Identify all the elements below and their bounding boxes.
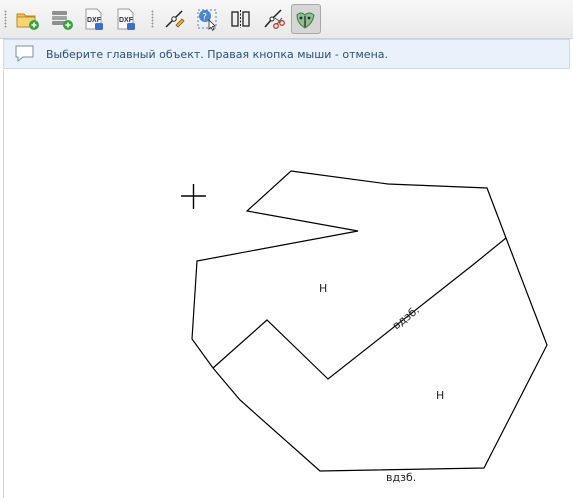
- identify-tool[interactable]: ?: [193, 4, 223, 34]
- inner-boundary-line[interactable]: [212, 237, 507, 380]
- toolbar-grip[interactable]: [4, 10, 7, 28]
- node-edit-icon: [165, 10, 185, 28]
- merge-shapes-icon: [296, 12, 315, 29]
- label-h-upper: Н: [319, 282, 328, 295]
- map-canvas[interactable]: Н Н вдзб. вдзб.: [3, 70, 573, 498]
- scissors-icon: [264, 9, 285, 29]
- dxf-import-icon: DXF: [85, 8, 103, 30]
- toolbar: DXF DXF ?: [0, 0, 573, 39]
- main-polygon[interactable]: [191, 170, 548, 472]
- label-vdzb-bottom: вдзб.: [386, 471, 417, 484]
- cut-tool[interactable]: [259, 4, 289, 34]
- dxf-export-button[interactable]: DXF: [111, 4, 141, 34]
- map-drawing: [181, 170, 548, 472]
- dxf-export-icon: DXF: [117, 8, 135, 30]
- dxf-import-label: DXF: [87, 17, 102, 24]
- crosshair-cursor: [181, 184, 206, 209]
- split-tool[interactable]: [226, 4, 256, 34]
- dxf-import-button[interactable]: DXF: [79, 4, 109, 34]
- edit-node-tool[interactable]: [160, 4, 190, 34]
- message-bar: Выберите главный объект. Правая кнопка м…: [3, 39, 570, 69]
- folder-add-icon: [16, 13, 39, 30]
- database-add-icon: [52, 11, 73, 30]
- message-text: Выберите главный объект. Правая кнопка м…: [46, 48, 389, 61]
- identify-help-icon: ?: [197, 9, 217, 31]
- dxf-export-label: DXF: [119, 17, 134, 24]
- speech-bubble-icon: [15, 45, 34, 63]
- split-features-icon: [231, 10, 250, 28]
- select-main-object-tool[interactable]: [291, 4, 321, 34]
- new-table-button[interactable]: [46, 4, 76, 34]
- toolbar-grip-2[interactable]: [151, 10, 154, 28]
- new-layer-button[interactable]: [12, 4, 42, 34]
- svg-text:?: ?: [202, 13, 207, 23]
- label-h-lower: Н: [436, 389, 445, 402]
